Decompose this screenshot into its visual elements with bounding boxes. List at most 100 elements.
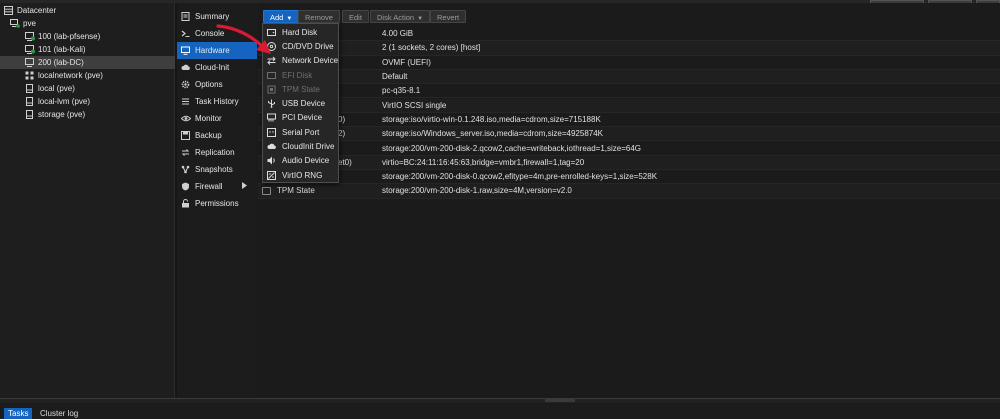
task-history-icon <box>181 97 190 106</box>
tree-label: 101 (lab-Kali) <box>38 45 86 54</box>
serial-port-icon <box>267 127 276 137</box>
vm-icon <box>25 58 34 67</box>
chevron-down-icon: ▼ <box>417 16 424 22</box>
nav-backup[interactable]: Backup <box>177 127 257 144</box>
menu-label: CD/DVD Drive <box>282 41 334 51</box>
disk-action-label: Disk Action <box>377 13 415 22</box>
summary-icon <box>181 12 190 21</box>
nav-cloud-init[interactable]: Cloud-Init <box>177 59 257 76</box>
menu-label: Audio Device <box>282 156 330 166</box>
options-gear-icon <box>181 80 190 89</box>
nav-label: Cloud-Init <box>195 63 230 72</box>
table-row[interactable]: OVMF (UEFI) <box>258 56 1000 70</box>
table-row[interactable]: pc-q35-8.1 <box>258 84 1000 99</box>
row-key: TPM State <box>277 186 315 196</box>
table-row[interactable]: 0) storage:iso/virtio-win-0.1.248.iso,me… <box>258 113 1000 128</box>
row-value: virtio=BC:24:11:16:45:63,bridge=vmbr1,fi… <box>382 157 585 167</box>
nav-label: Task History <box>195 97 239 106</box>
tree-item-vm-101[interactable]: 101 (lab-Kali) <box>0 43 175 56</box>
tree-item-local-lvm[interactable]: local-lvm (pve) <box>0 95 175 108</box>
hardware-panel: Add ▼ Remove Edit Disk Action ▼ Revert 4.0… <box>258 3 1000 398</box>
menu-item-cloudinit-drive[interactable]: CloudInit Drive <box>263 139 338 153</box>
nav-monitor[interactable]: Monitor <box>177 110 257 127</box>
remove-button[interactable]: Remove <box>298 10 340 23</box>
menu-label: Hard Disk <box>282 27 318 37</box>
edit-button[interactable]: Edit <box>342 10 369 23</box>
revert-button[interactable]: Revert <box>430 10 467 23</box>
nav-label: Firewall <box>195 182 223 191</box>
table-row[interactable]: storage:200/vm-200-disk-2.qcow2,cache=wr… <box>258 141 1000 156</box>
nav-label: Permissions <box>195 199 239 208</box>
table-row[interactable]: Default <box>258 69 1000 85</box>
tab-tasks[interactable]: Tasks <box>4 408 33 419</box>
efi-disk-icon <box>267 71 276 80</box>
firewall-shield-icon <box>181 182 190 191</box>
tree-item-datacenter[interactable]: Datacenter <box>0 4 175 17</box>
table-row[interactable]: VirtIO SCSI single <box>258 98 1000 113</box>
tpm-icon <box>267 85 276 94</box>
tree-item-vm-200[interactable]: 200 (lab-DC) <box>0 56 175 69</box>
row-value: VirtIO SCSI single <box>382 100 447 110</box>
splitter-grip-icon[interactable] <box>545 399 575 402</box>
nav-label: Snapshots <box>195 165 233 174</box>
tree-item-local[interactable]: local (pve) <box>0 82 175 95</box>
permissions-key-icon <box>181 199 190 208</box>
row-value: 2 (1 sockets, 2 cores) [host] <box>382 43 481 53</box>
disk-action-button[interactable]: Disk Action ▼ <box>370 10 431 23</box>
tree-label: localnetwork (pve) <box>38 71 103 80</box>
table-row[interactable]: 2 (1 sockets, 2 cores) [host] <box>258 41 1000 56</box>
tree-item-vm-100[interactable]: 100 (lab-pfsense) <box>0 30 175 43</box>
table-row[interactable]: 2) storage:iso/Windows_server.iso,media=… <box>258 127 1000 142</box>
nav-firewall[interactable]: Firewall <box>177 178 257 195</box>
row-value: storage:iso/Windows_server.iso,media=cdr… <box>382 129 604 139</box>
submenu-caret-icon <box>242 182 247 191</box>
row-value: storage:200/vm-200-disk-2.qcow2,cache=wr… <box>382 143 642 153</box>
storage-icon <box>25 84 34 93</box>
table-row[interactable]: 4.00 GiB <box>258 27 1000 42</box>
storage-icon <box>25 97 34 106</box>
menu-label: USB Device <box>282 99 326 109</box>
tree-item-pve[interactable]: pve <box>0 17 175 30</box>
tree-label: local (pve) <box>38 84 75 93</box>
nav-replication[interactable]: Replication <box>177 144 257 161</box>
log-panel-splitter[interactable] <box>0 398 1000 403</box>
table-row[interactable]: et0) virtio=BC:24:11:16:45:63,bridge=vmb… <box>258 155 1000 170</box>
tree-label: Datacenter <box>17 6 57 15</box>
menu-item-pci-device[interactable]: PCI Device <box>263 111 338 125</box>
row-value: Default <box>382 72 408 82</box>
vm-running-icon <box>25 32 35 41</box>
menu-label: VirtIO RNG <box>282 170 323 180</box>
pci-icon <box>267 113 276 122</box>
vm-running-icon <box>25 45 35 54</box>
snapshots-icon <box>181 165 190 174</box>
storage-icon <box>25 110 34 119</box>
menu-item-usb-device[interactable]: USB Device <box>263 97 338 111</box>
table-row[interactable]: TPM State storage:200/vm-200-disk-1.raw,… <box>258 184 1000 199</box>
nav-task-history[interactable]: Task History <box>177 93 257 110</box>
menu-label: EFI Disk <box>282 70 313 80</box>
console-icon <box>181 29 190 38</box>
menu-item-serial-port[interactable]: Serial Port <box>263 125 338 139</box>
usb-icon <box>267 99 276 109</box>
tree-item-localnetwork[interactable]: localnetwork (pve) <box>0 69 175 82</box>
audio-icon <box>267 156 276 165</box>
tree-label: 100 (lab-pfsense) <box>38 32 101 41</box>
table-row[interactable]: EFI Disk storage:200/vm-200-disk-0.qcow2… <box>258 170 1000 185</box>
annotation-arrow-icon <box>216 24 271 54</box>
row-value: storage:200/vm-200-disk-0.qcow2,efitype=… <box>382 172 658 182</box>
hardware-icon <box>181 46 190 55</box>
menu-item-audio-device[interactable]: Audio Device <box>263 154 338 168</box>
tab-cluster-log[interactable]: Cluster log <box>36 408 82 419</box>
nav-options[interactable]: Options <box>177 76 257 93</box>
row-key-wrap: TPM State <box>262 186 377 195</box>
nav-snapshots[interactable]: Snapshots <box>177 161 257 178</box>
hardware-toolbar: Add ▼ Remove Edit Disk Action ▼ Revert <box>258 7 1000 24</box>
menu-item-efi-disk: EFI Disk <box>263 68 338 82</box>
nav-label: Options <box>195 80 223 89</box>
tree-item-storage[interactable]: storage (pve) <box>0 108 175 121</box>
nav-permissions[interactable]: Permissions <box>177 195 257 212</box>
menu-item-virtio-rng[interactable]: VirtIO RNG <box>263 168 338 182</box>
row-value: OVMF (UEFI) <box>382 57 431 67</box>
menu-label: CloudInit Drive <box>282 142 335 152</box>
menu-label: Network Device <box>282 56 339 66</box>
